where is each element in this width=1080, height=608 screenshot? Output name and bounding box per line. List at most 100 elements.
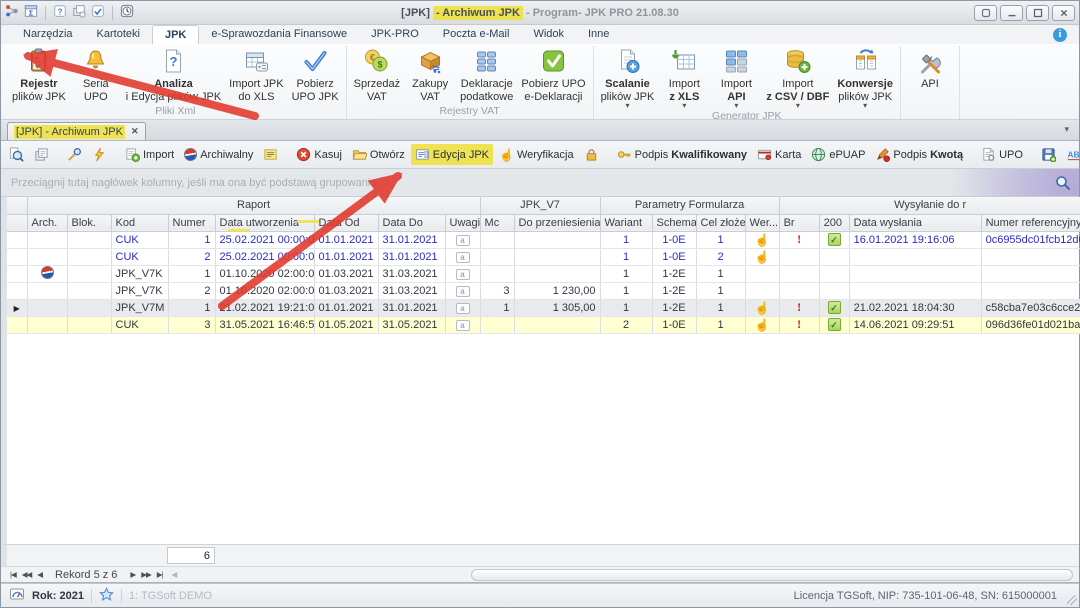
toolbar-upo[interactable]: UPO [977,144,1027,165]
toolbar-archiwalny[interactable]: Archiwalny [180,145,257,164]
column-header-numer[interactable]: Numer [168,214,215,231]
maximize-button[interactable] [1026,5,1049,21]
toolbar-wand-icon[interactable] [63,144,86,165]
nav-button[interactable]: ◀ [37,570,42,579]
star-icon[interactable] [99,587,114,605]
toolbar-save-icon[interactable] [1037,144,1060,165]
search-icon[interactable] [1055,175,1071,194]
minimize-button[interactable] [1000,5,1023,21]
tab-list-dropdown-icon[interactable]: ▾ [1064,124,1069,135]
nav-button[interactable]: ▶ [130,570,135,579]
column-header-wariant[interactable]: Wariant [600,214,652,231]
menu-item-jpk-pro[interactable]: JPK-PRO [359,25,431,44]
help-icon[interactable]: ? [53,4,67,21]
delete-icon [296,147,311,162]
toolbar-import[interactable]: Import [121,144,178,165]
column-header-wer-[interactable]: Wer... [745,214,779,231]
column-header-200[interactable]: 200 [819,214,849,231]
toolbar-kasuj[interactable]: Kasuj [292,144,346,165]
boxcart-icon [417,48,444,77]
toolbar-edycja-jpk[interactable]: Edycja JPK [411,144,493,165]
column-header-data-do[interactable]: Data Do [378,214,445,231]
toolbar-karta[interactable]: Karta [753,144,805,165]
hand-icon: ☝ [755,318,770,332]
column-header-cel-złoże-[interactable]: Cel złoże... [696,214,745,231]
column-header-data-od[interactable]: Data Od [314,214,378,231]
ribbon-button-blocks2[interactable]: ImportAPI▾ [710,46,762,109]
nav-button[interactable]: ▶▶ [141,570,151,579]
column-header-br[interactable]: Br [779,214,819,231]
record-navigator: |◀◀◀◀ Rekord 5 z 6 ▶▶▶▶| ◀ [1,566,1079,583]
column-header-kod[interactable]: Kod [111,214,168,231]
ribbon-button-bell[interactable]: SeriaUPO [70,46,122,103]
tab-archiwum-jpk[interactable]: [JPK] - Archiwum JPK ✕ [7,122,146,140]
column-header-uwagi[interactable]: Uwagi [445,214,480,231]
toolbar-weryfikacja[interactable]: ☝Weryfikacja [495,145,578,165]
column-header-do-przeniesienia[interactable]: Do przeniesienia [514,214,600,231]
toolbar-note-icon[interactable] [259,144,282,165]
menu-item-narz-dzia[interactable]: Narzędzia [11,25,85,44]
close-button[interactable] [1052,5,1075,21]
ribbon-button-clipboard[interactable]: Rejestrplików JPK [8,46,70,103]
globe-icon [811,147,826,162]
column-header-data-utworzenia[interactable]: Data utworzenia [215,214,314,231]
ribbon-button-docq[interactable]: ?Analizai Edycja plików JPK [122,46,225,103]
ribbon-button-blocks[interactable]: Deklaracjepodatkowe [456,46,517,103]
menu-item-inne[interactable]: Inne [576,25,621,44]
ribbon-button-docmerge[interactable]: Scalanieplików JPK▾ [597,46,659,109]
table-row[interactable]: CUK331.05.2021 16:46:5301.05.202131.05.2… [7,316,1080,333]
ribbon-button-dbplus[interactable]: Importz CSV / DBF▾ [762,46,833,109]
column-header-numer-referencyjny[interactable]: Numer referencyjny [981,214,1080,231]
toolbar-zoom-icon[interactable] [5,144,28,165]
toolbar-epuap[interactable]: ePUAP [807,144,869,165]
nav-button[interactable]: |◀ [10,570,16,579]
nav-button[interactable]: ▶| [157,570,163,579]
menu-item-e-sprawozdania-finansowe[interactable]: e-Sprawozdania Finansowe [199,25,359,44]
toolbar-otwórz[interactable]: Otwórz [348,144,409,165]
data-grid: RaportJPK_V7Parametry FormularzaWysyłani… [1,197,1079,334]
table-row[interactable]: CUK225.02.2021 00:00:0001.01.202131.01.2… [7,248,1080,265]
table-row[interactable]: ▶JPK_V7M121.02.2021 19:21:0001.01.202131… [7,299,1080,316]
column-header-arch-[interactable]: Arch. [27,214,67,231]
menu-item-kartoteki[interactable]: Kartoteki [85,25,152,44]
nav-buttons-right: ▶▶▶▶| [127,570,165,579]
toolbar-copy-icon[interactable] [30,144,53,165]
check-icon[interactable] [91,4,105,21]
toolbar-podpis[interactable]: PodpisKwotą [871,144,967,165]
year-label[interactable]: Rok: 2021 [32,590,84,602]
toolbar-podpis[interactable]: PodpisKwalifikowany [613,144,751,165]
info-icon[interactable]: i [1053,28,1067,42]
nav-button[interactable]: ◀◀ [22,570,32,579]
ribbon-button-checkgreen[interactable]: Pobierz UPOe-Deklaracji [517,46,589,103]
ribbon-button-xlsimp[interactable]: Importz XLS▾ [658,46,710,109]
resize-grip[interactable] [1067,595,1077,605]
windows-icon[interactable] [72,4,86,21]
menu-item-widok[interactable]: Widok [521,25,576,44]
ribbon-button-tools[interactable]: API [904,46,956,90]
ribbon-button-checkblue[interactable]: PobierzUPO JPK [288,46,343,103]
ribbon-button-xls[interactable]: Import JPKdo XLS [225,46,287,103]
table-row[interactable]: CUK125.02.2021 00:00:0001.01.202131.01.2… [7,231,1080,248]
ribbon-button-coins[interactable]: €$SprzedażVAT [350,46,404,103]
ribbon-button-boxcart[interactable]: ZakupyVAT [404,46,456,103]
column-header-data-wysłania[interactable]: Data wysłania [849,214,981,231]
clock-icon[interactable] [120,4,134,21]
column-header-mc[interactable]: Mc [480,214,514,231]
toolbar-ab-icon[interactable]: AB [1062,144,1080,165]
table-row[interactable]: JPK_V7K201.10.2020 02:00:0001.03.202131.… [7,282,1080,299]
column-header-blok-[interactable]: Blok. [67,214,111,231]
toolbar-bolt-icon[interactable] [88,144,111,165]
share-icon[interactable] [5,4,19,21]
ball-icon [184,148,197,161]
menu-item-poczta-e-mail[interactable]: Poczta e-Mail [431,25,522,44]
style-button[interactable] [974,5,997,21]
table-row[interactable]: JPK_V7K101.10.2020 02:00:0001.03.202131.… [7,265,1080,282]
ribbon-button-convert[interactable]: Konwersjeplików JPK▾ [833,46,897,109]
column-header-schemat[interactable]: Schemat [652,214,696,231]
tab-close-icon[interactable]: ✕ [131,126,139,137]
table-sum-icon[interactable]: Σ [24,4,38,21]
toolbar-lock-icon[interactable] [580,144,603,165]
menu-item-jpk[interactable]: JPK [152,25,199,44]
scroll-left-icon[interactable]: ◀ [171,570,176,579]
horizontal-scrollbar[interactable] [471,569,1073,581]
